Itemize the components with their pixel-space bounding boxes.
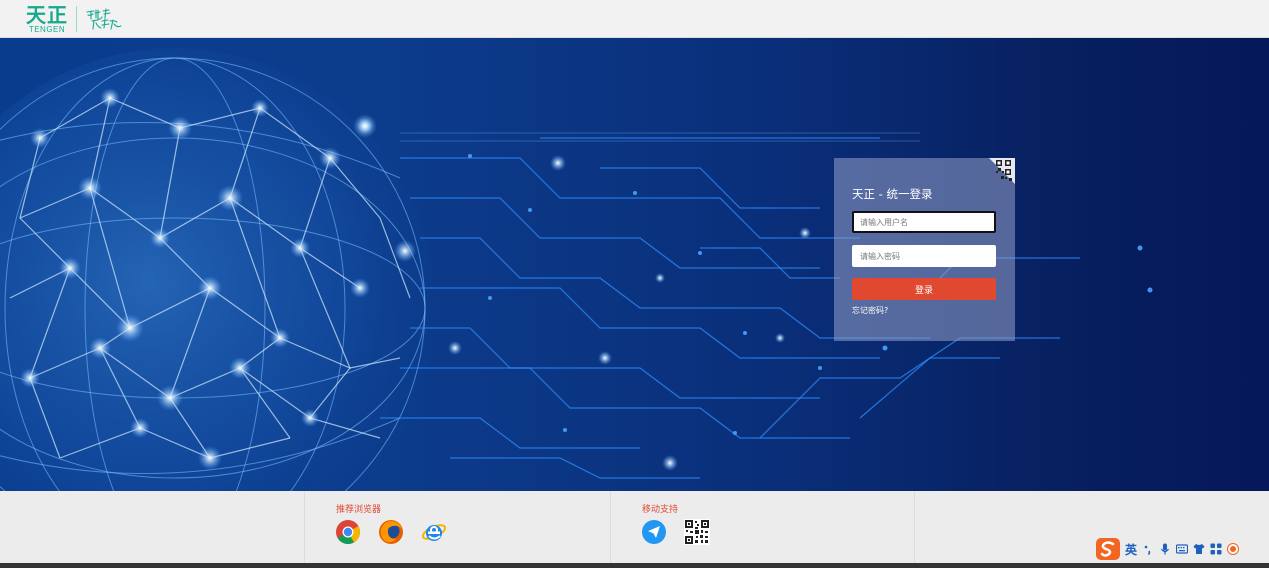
sogou-ime-icon[interactable] <box>1096 538 1120 560</box>
browsers-title: 推荐浏览器 <box>336 505 382 515</box>
mobile-title: 移动支持 <box>642 505 679 515</box>
ime-mode-label[interactable]: 英 <box>1125 541 1137 558</box>
password-input[interactable] <box>852 245 996 267</box>
mobile-app-icon[interactable] <box>641 519 667 545</box>
ime-toolbar[interactable]: 英 <box>1096 536 1240 562</box>
username-input[interactable] <box>852 211 996 233</box>
firefox-icon[interactable] <box>378 519 404 545</box>
footer-bottom-bar <box>0 563 1269 568</box>
chrome-icon[interactable] <box>335 519 361 545</box>
microphone-icon[interactable] <box>1159 543 1171 555</box>
qr-code-icon[interactable] <box>684 519 710 545</box>
ime-avatar-icon[interactable] <box>1227 543 1240 555</box>
qr-login-toggle-icon[interactable] <box>989 158 1015 184</box>
footer: 推荐浏览器 移动支持 <box>0 491 1269 563</box>
login-panel: 天正 - 统一登录 登录 忘记密码? <box>834 158 1015 341</box>
forgot-password-link[interactable]: 忘记密码? <box>852 305 888 316</box>
skin-shirt-icon[interactable] <box>1193 543 1205 555</box>
mobile-support-section: 移动支持 <box>610 491 915 563</box>
keyboard-icon[interactable] <box>1176 543 1189 555</box>
recommended-browsers-section: 推荐浏览器 <box>304 491 610 563</box>
login-button[interactable]: 登录 <box>852 278 996 300</box>
logo-divider <box>76 6 77 32</box>
logo-en-text: TENGEN <box>28 24 66 34</box>
tengen-logo[interactable]: 天正 TENGEN <box>26 4 124 34</box>
ie-icon[interactable] <box>421 519 447 545</box>
hero-banner <box>0 38 1269 491</box>
logo-slogan-calligraphy <box>86 8 122 30</box>
header: 天正 TENGEN <box>0 0 1269 38</box>
login-title: 天正 - 统一登录 <box>852 187 933 201</box>
punctuation-icon[interactable] <box>1142 543 1154 555</box>
tech-globe-background <box>0 48 1153 491</box>
toolbox-grid-icon[interactable] <box>1210 543 1222 555</box>
logo-wordmark: 天正 TENGEN <box>26 5 68 34</box>
logo-cn-text: 天正 <box>26 2 68 27</box>
